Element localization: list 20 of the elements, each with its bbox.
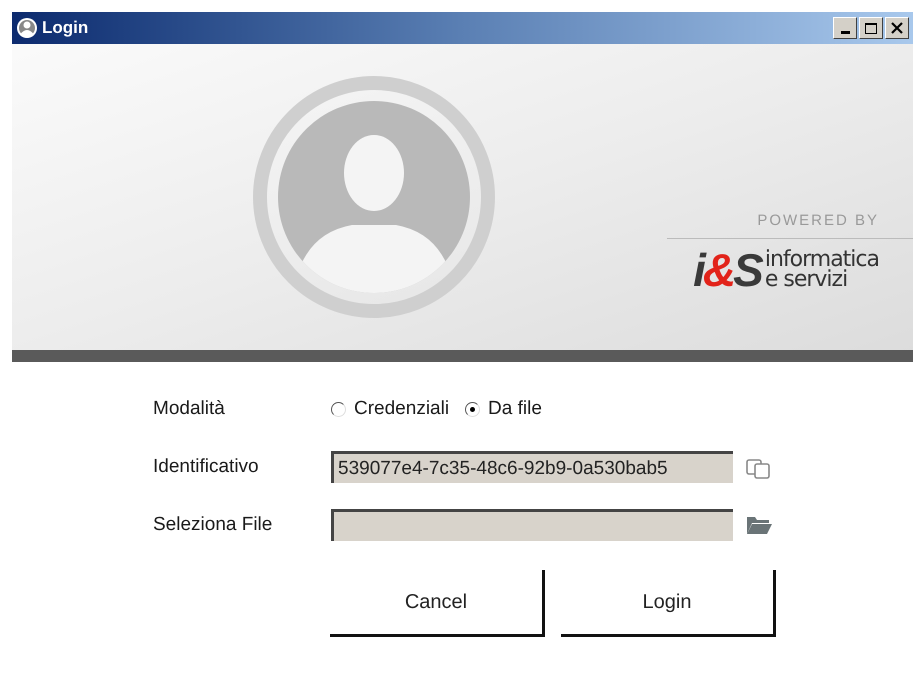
user-avatar-icon	[252, 75, 496, 319]
field-label: Modalità	[153, 396, 226, 421]
dialog-button[interactable]: Cancel	[330, 570, 545, 637]
radio-option[interactable]: Credenziali	[331, 394, 450, 424]
user-icon	[16, 17, 38, 39]
radio-option[interactable]: Da file	[465, 394, 542, 424]
maximize-button[interactable]	[859, 17, 883, 39]
folder-icon[interactable]	[745, 514, 773, 536]
input-field[interactable]	[331, 509, 733, 541]
radio-button[interactable]	[465, 402, 480, 416]
dialog-button[interactable]: Login	[561, 570, 776, 637]
minimize-button[interactable]	[833, 17, 857, 39]
window-title: Login	[42, 17, 88, 40]
radio-button[interactable]	[331, 402, 346, 416]
close-icon	[891, 22, 903, 34]
input-field[interactable]: 539077e4-7c35-48c6-92b9-0a530bab5	[331, 451, 733, 483]
powered-by-text: POWERED BY	[757, 211, 879, 231]
field-label: Identificativo	[153, 454, 260, 479]
close-button[interactable]	[885, 17, 909, 39]
field-label: Seleziona File	[153, 512, 274, 537]
